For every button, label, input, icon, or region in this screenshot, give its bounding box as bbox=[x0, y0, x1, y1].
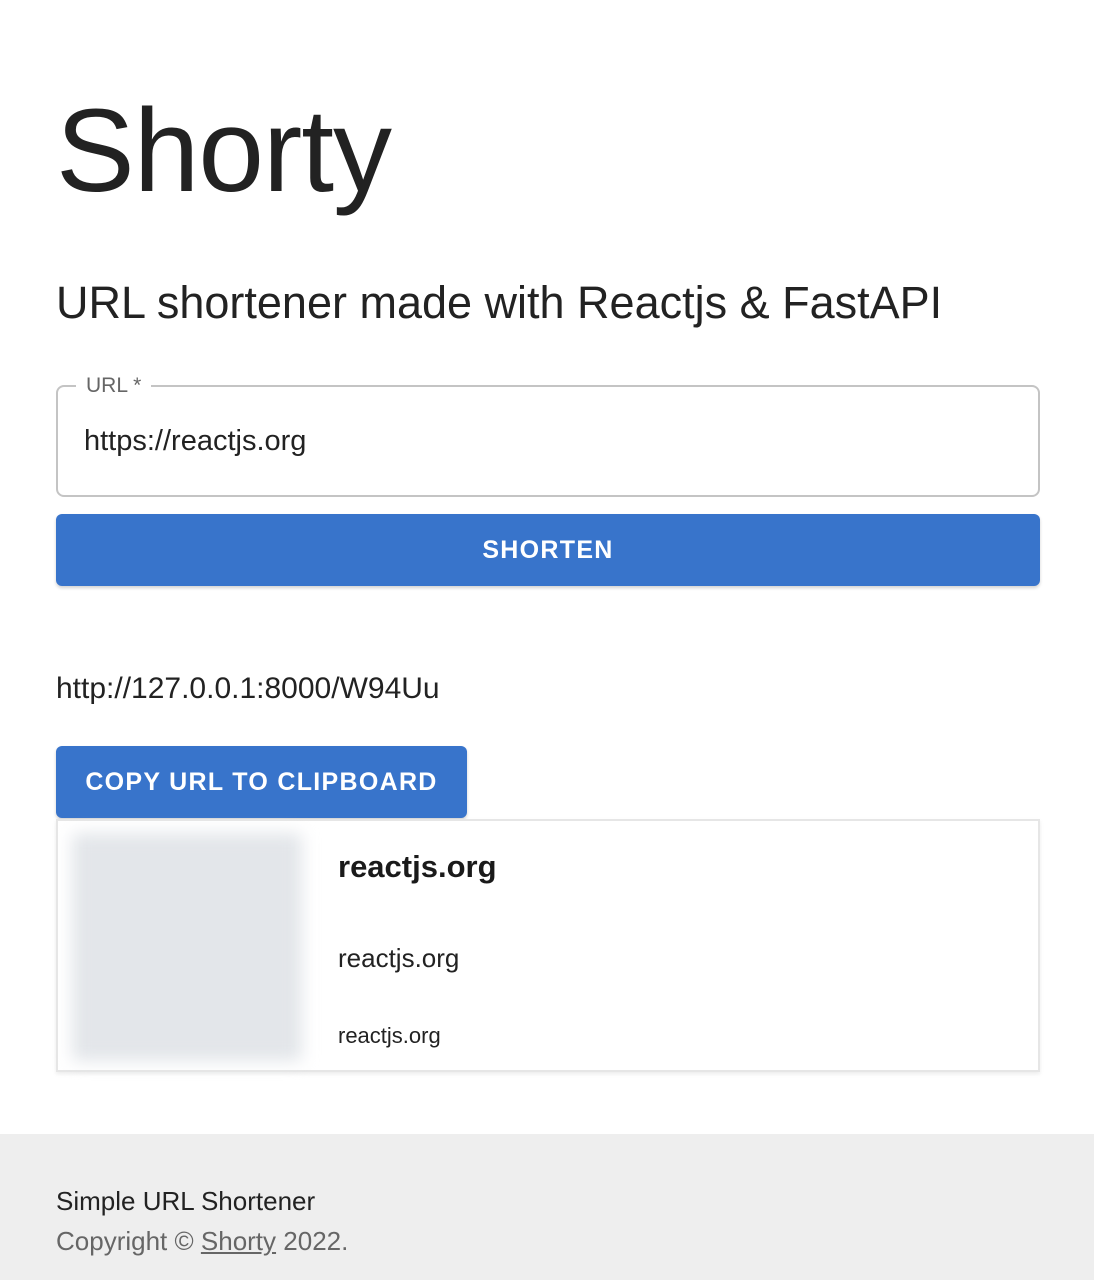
url-input[interactable] bbox=[84, 419, 1004, 463]
footer-title: Simple URL Shortener bbox=[56, 1186, 316, 1216]
copyright-prefix: Copyright © bbox=[56, 1226, 201, 1256]
page: Shorty URL shortener made with Reactjs &… bbox=[0, 0, 1094, 1280]
footer: Simple URL Shortener Copyright © Shorty … bbox=[0, 1134, 1094, 1280]
preview-description: reactjs.org bbox=[338, 943, 460, 973]
url-field-label: URL * bbox=[76, 372, 152, 400]
shorten-button[interactable]: SHORTEN bbox=[56, 514, 1040, 586]
footer-copyright: Copyright © Shorty 2022. bbox=[56, 1226, 348, 1257]
page-title: Shorty bbox=[56, 85, 392, 217]
link-preview-card[interactable]: reactjs.org reactjs.org reactjs.org bbox=[56, 819, 1040, 1072]
copyright-suffix: 2022. bbox=[276, 1226, 349, 1256]
shorty-link[interactable]: Shorty bbox=[201, 1226, 276, 1256]
page-subtitle: URL shortener made with Reactjs & FastAP… bbox=[56, 277, 943, 328]
copy-url-button[interactable]: COPY URL TO CLIPBOARD bbox=[56, 746, 467, 818]
preview-thumbnail bbox=[72, 833, 302, 1061]
preview-title: reactjs.org bbox=[338, 849, 497, 884]
short-url-text: http://127.0.0.1:8000/W94Uu bbox=[56, 672, 440, 705]
url-field[interactable]: URL * bbox=[56, 372, 1040, 497]
preview-domain: reactjs.org bbox=[338, 1023, 441, 1048]
